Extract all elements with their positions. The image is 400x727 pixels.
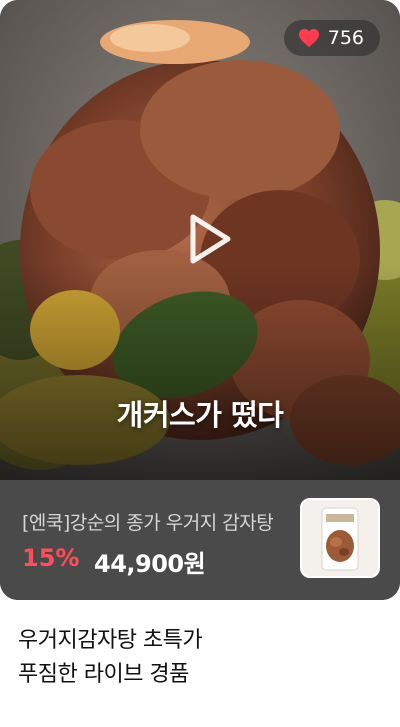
product-price: 44,900원 [94, 550, 206, 578]
live-title: 개커스가 떴다 [116, 398, 284, 432]
caption-line-1: 우거지감자탕 초특가 [18, 628, 203, 653]
product-thumbnail[interactable] [300, 498, 380, 578]
discount-rate: 15% [22, 544, 80, 572]
heart-icon [298, 28, 319, 48]
live-caption[interactable]: 우거지감자탕 초특가 푸짐한 라이브 경품 [18, 624, 378, 692]
live-card[interactable]: 756 개커스가 떴다 [엔쿡]강순의 종가 우거지 감자탕 15% 44,90… [0, 0, 400, 600]
likes-count: 756 [327, 27, 364, 49]
likes-badge[interactable]: 756 [283, 20, 380, 56]
product-package-image [302, 500, 378, 576]
product-bar[interactable]: [엔쿡]강순의 종가 우거지 감자탕 15% 44,900원 [0, 480, 400, 600]
product-name: [엔쿡]강순의 종가 우거지 감자탕 [22, 512, 274, 534]
play-icon[interactable] [184, 212, 234, 266]
caption-line-2: 푸짐한 라이브 경품 [18, 662, 189, 687]
live-thumbnail[interactable]: 756 개커스가 떴다 [0, 0, 400, 480]
